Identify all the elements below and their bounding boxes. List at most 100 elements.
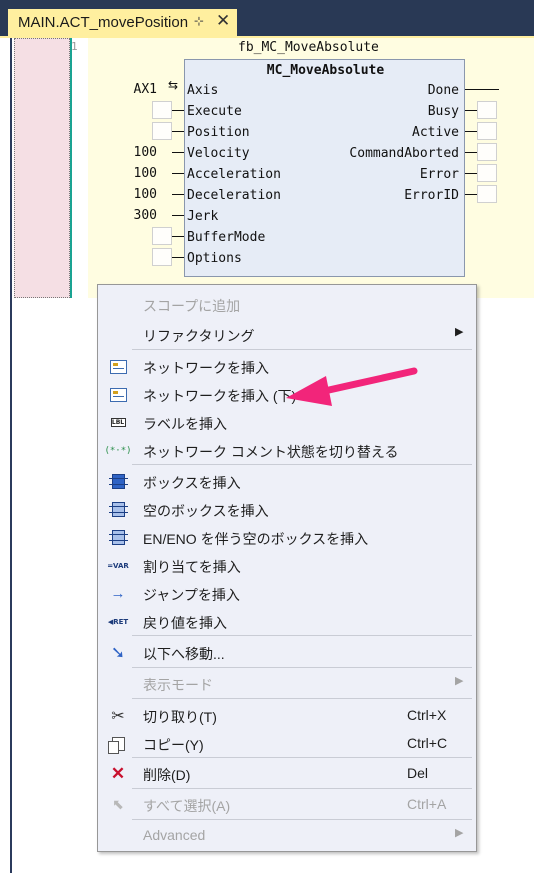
menu-item-label: ラベルを挿入 [143, 416, 227, 432]
output-box-busy[interactable] [477, 101, 497, 119]
comment-toggle-icon: (*·*) [104, 445, 132, 456]
menu-item-advanced[interactable]: Advanced ▶ [98, 822, 476, 849]
input-value-velocity[interactable]: 100 [127, 145, 157, 160]
menu-item-label: 空のボックスを挿入 [143, 503, 269, 519]
menu-item-add-to-scope[interactable]: スコープに追加 [98, 291, 476, 318]
menu-separator [132, 635, 472, 636]
menu-item-label: ネットワークを挿入 [143, 360, 269, 376]
menu-item-shortcut: Ctrl+X [407, 707, 447, 723]
empty-box-icon [108, 501, 128, 518]
output-box-commandaborted[interactable] [477, 143, 497, 161]
menu-item-insert-empty-box[interactable]: 空のボックスを挿入 [98, 496, 476, 523]
output-box-active[interactable] [477, 122, 497, 140]
input-box-options[interactable] [152, 248, 172, 266]
menu-item-label: Advanced [143, 827, 206, 843]
menu-item-label: ネットワークを挿入 (下) [143, 388, 297, 404]
input-box-execute[interactable] [152, 101, 172, 119]
in-out-arrow-icon: ⇆ [168, 78, 179, 92]
menu-item-insert-return[interactable]: ◀RET 戻り値を挿入 [98, 608, 476, 635]
pin-axis: Axis [187, 83, 219, 98]
jump-icon: → [110, 585, 126, 602]
editor-gutter-bar [10, 38, 12, 873]
scissors-icon: ✂ [111, 707, 125, 725]
menu-item-delete[interactable]: ✕ 削除(D) Del [98, 760, 476, 787]
menu-item-copy[interactable]: コピー(Y) Ctrl+C [98, 730, 476, 757]
input-value-jerk[interactable]: 300 [127, 208, 157, 223]
network-selection-area[interactable]: 1 [14, 38, 78, 298]
menu-item-display-mode[interactable]: 表示モード ▶ [98, 670, 476, 697]
menu-item-label: 戻り値を挿入 [143, 615, 227, 631]
pin-buffermode: BufferMode [187, 230, 266, 245]
menu-separator [132, 667, 472, 668]
menu-item-label: 割り当てを挿入 [143, 559, 241, 575]
output-box-errorid[interactable] [477, 185, 497, 203]
menu-item-insert-assignment[interactable]: =VAR 割り当てを挿入 [98, 552, 476, 579]
output-wire [465, 194, 477, 195]
menu-item-label: コピー(Y) [143, 737, 204, 753]
input-wire [172, 152, 184, 153]
pin-acceleration: Acceleration [187, 167, 281, 182]
menu-item-move-below[interactable]: ➘ 以下へ移動... [98, 639, 476, 666]
pin-error: Error [419, 167, 459, 182]
input-wire [172, 131, 184, 132]
menu-item-shortcut: Ctrl+A [407, 796, 447, 812]
pin-commandaborted: CommandAborted [349, 146, 459, 161]
pin-done: Done [427, 83, 459, 98]
menu-item-label: ボックスを挿入 [143, 475, 241, 491]
menu-separator [132, 819, 472, 820]
document-tabstrip: MAIN.ACT_movePosition ⊹ ✕ [0, 0, 534, 36]
pin-options: Options [187, 251, 242, 266]
pin-velocity: Velocity [187, 146, 250, 161]
close-icon[interactable]: ✕ [216, 11, 230, 31]
label-icon: LBL [110, 418, 126, 427]
input-wire [172, 194, 184, 195]
function-block-mc-moveabsolute[interactable]: MC_MoveAbsolute Axis Execute Position Ve… [184, 59, 465, 277]
box-icon [108, 473, 128, 490]
menu-item-shortcut: Del [407, 765, 429, 781]
menu-item-insert-en-eno-box[interactable]: EN/ENO を伴う空のボックスを挿入 [98, 524, 476, 551]
input-value-axis[interactable]: AX1 [127, 82, 157, 97]
fb-instance-name[interactable]: fb_MC_MoveAbsolute [238, 40, 379, 55]
input-wire [172, 110, 184, 111]
output-wire [465, 173, 477, 174]
menu-item-label: 以下へ移動... [143, 646, 225, 662]
output-wire [465, 131, 477, 132]
output-wire [465, 152, 477, 153]
menu-item-insert-label[interactable]: LBL ラベルを挿入 [98, 409, 476, 436]
menu-separator [132, 788, 472, 789]
move-down-icon: ➘ [110, 642, 126, 662]
fb-type-name: MC_MoveAbsolute [266, 63, 385, 78]
menu-item-label: ジャンプを挿入 [143, 587, 240, 603]
output-box-error[interactable] [477, 164, 497, 182]
pin-position: Position [187, 125, 250, 140]
input-wire [172, 236, 184, 237]
menu-item-label: 削除(D) [143, 767, 191, 783]
menu-item-insert-box[interactable]: ボックスを挿入 [98, 468, 476, 495]
tab-title: MAIN.ACT_movePosition [18, 14, 189, 31]
tab-main-act-moveposition[interactable]: MAIN.ACT_movePosition ⊹ ✕ [8, 9, 237, 36]
menu-item-refactoring[interactable]: リファクタリング ▶ [98, 321, 476, 348]
menu-item-label: すべて選択(A) [143, 798, 231, 814]
menu-item-toggle-network-comment[interactable]: (*·*) ネットワーク コメント状態を切り替える [98, 437, 476, 464]
submenu-arrow-icon: ▶ [455, 326, 464, 338]
submenu-arrow-icon: ▶ [455, 675, 464, 687]
input-box-position[interactable] [152, 122, 172, 140]
input-box-buffermode[interactable] [152, 227, 172, 245]
network-rail [70, 38, 72, 298]
pin-execute: Execute [187, 104, 242, 119]
output-wire [465, 110, 477, 111]
menu-item-label: 表示モード [143, 677, 213, 693]
menu-item-shortcut: Ctrl+C [407, 735, 448, 751]
menu-item-cut[interactable]: ✂ 切り取り(T) Ctrl+X [98, 702, 476, 729]
menu-item-insert-jump[interactable]: → ジャンプを挿入 [98, 580, 476, 607]
return-icon: ◀RET [107, 617, 129, 626]
input-wire [172, 257, 184, 258]
pin-icon[interactable]: ⊹ [194, 14, 204, 28]
output-wire-done [465, 89, 499, 90]
delete-icon: ✕ [110, 763, 126, 783]
menu-item-label: EN/ENO を伴う空のボックスを挿入 [143, 531, 369, 547]
input-value-acceleration[interactable]: 100 [127, 166, 157, 181]
input-value-deceleration[interactable]: 100 [127, 187, 157, 202]
menu-item-select-all[interactable]: ⬉ すべて選択(A) Ctrl+A [98, 791, 476, 818]
pin-errorid: ErrorID [404, 188, 459, 203]
